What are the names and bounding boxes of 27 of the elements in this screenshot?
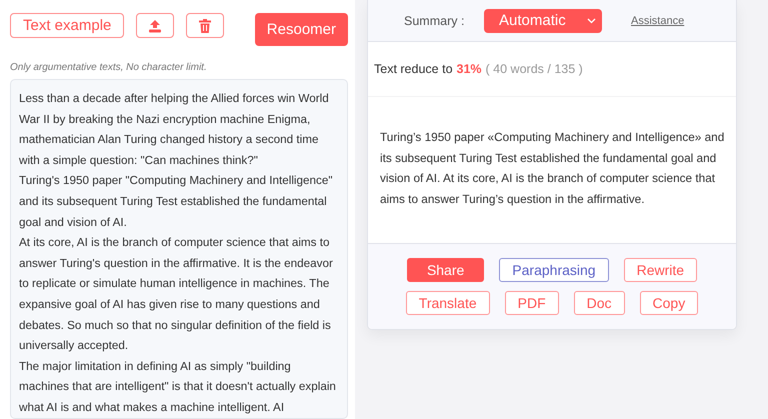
chevron-down-icon bbox=[587, 18, 596, 24]
reduce-percent: 31% bbox=[456, 62, 482, 76]
action-button[interactable]: Paraphrasing bbox=[499, 258, 609, 282]
summary-mode-dropdown[interactable]: Automatic bbox=[484, 8, 602, 32]
summary-label: Summary : bbox=[404, 14, 466, 28]
assistance-link[interactable]: Assistance bbox=[631, 14, 684, 26]
input-paragraph: Turing's 1950 paper "Computing Machinery and Intelligence" and its subsequent Turing Test established the fundamental goal and vision of AI. bbox=[19, 173, 334, 231]
text-input-area[interactable] bbox=[10, 79, 348, 419]
text-example-button[interactable]: Text example bbox=[10, 13, 124, 38]
summarize-button[interactable]: Resoomer bbox=[254, 13, 348, 46]
input-paragraph: The major limitation in defining AI as simply "building machines that are intelligent" is that it doesn't actually explain what AI is and what makes a machine intelligent. AI bbox=[19, 358, 337, 416]
summary-text: Turing’s 1950 paper «Computing Machinery and Intelligence» and its subsequent Turing Test established the fundamental goal and vision of AI. At its core, AI is the branch of computer science that aims to answer Turing’s question in the affirmative. bbox=[379, 129, 726, 208]
action-button[interactable]: PDF bbox=[504, 291, 559, 315]
input-paragraph: Less than a decade after helping the Allied forces win World War II by breaking the Nazi encryption machine Enigma, mathematician Alan Turing changed history a second time with a simple question: "Can machines think?" bbox=[19, 91, 330, 169]
input-paragraph: At its core, AI is the branch of computer science that aims to answer Turing's question in the affirmative. It is the endeavor to replicate or simulate human intelligence in machines. The expansive goal of AI has given rise to many questions and debates. So much so that no singular definition of the field is universally accepted. bbox=[19, 235, 334, 354]
word-count: ( 40 words / 135 ) bbox=[486, 62, 583, 76]
reduce-label: Text reduce to bbox=[374, 62, 453, 76]
upload-button[interactable] bbox=[136, 13, 174, 38]
action-button[interactable]: Translate bbox=[406, 291, 490, 315]
action-button[interactable]: Copy bbox=[640, 291, 698, 315]
trash-icon bbox=[199, 18, 212, 32]
delete-button[interactable] bbox=[186, 13, 224, 38]
share-button[interactable]: Share bbox=[406, 258, 484, 282]
input-hint: Only argumentative texts, No character limit. bbox=[10, 62, 208, 73]
action-button[interactable]: Doc bbox=[574, 291, 625, 315]
action-button[interactable]: Rewrite bbox=[624, 258, 698, 282]
upload-icon bbox=[148, 18, 162, 32]
